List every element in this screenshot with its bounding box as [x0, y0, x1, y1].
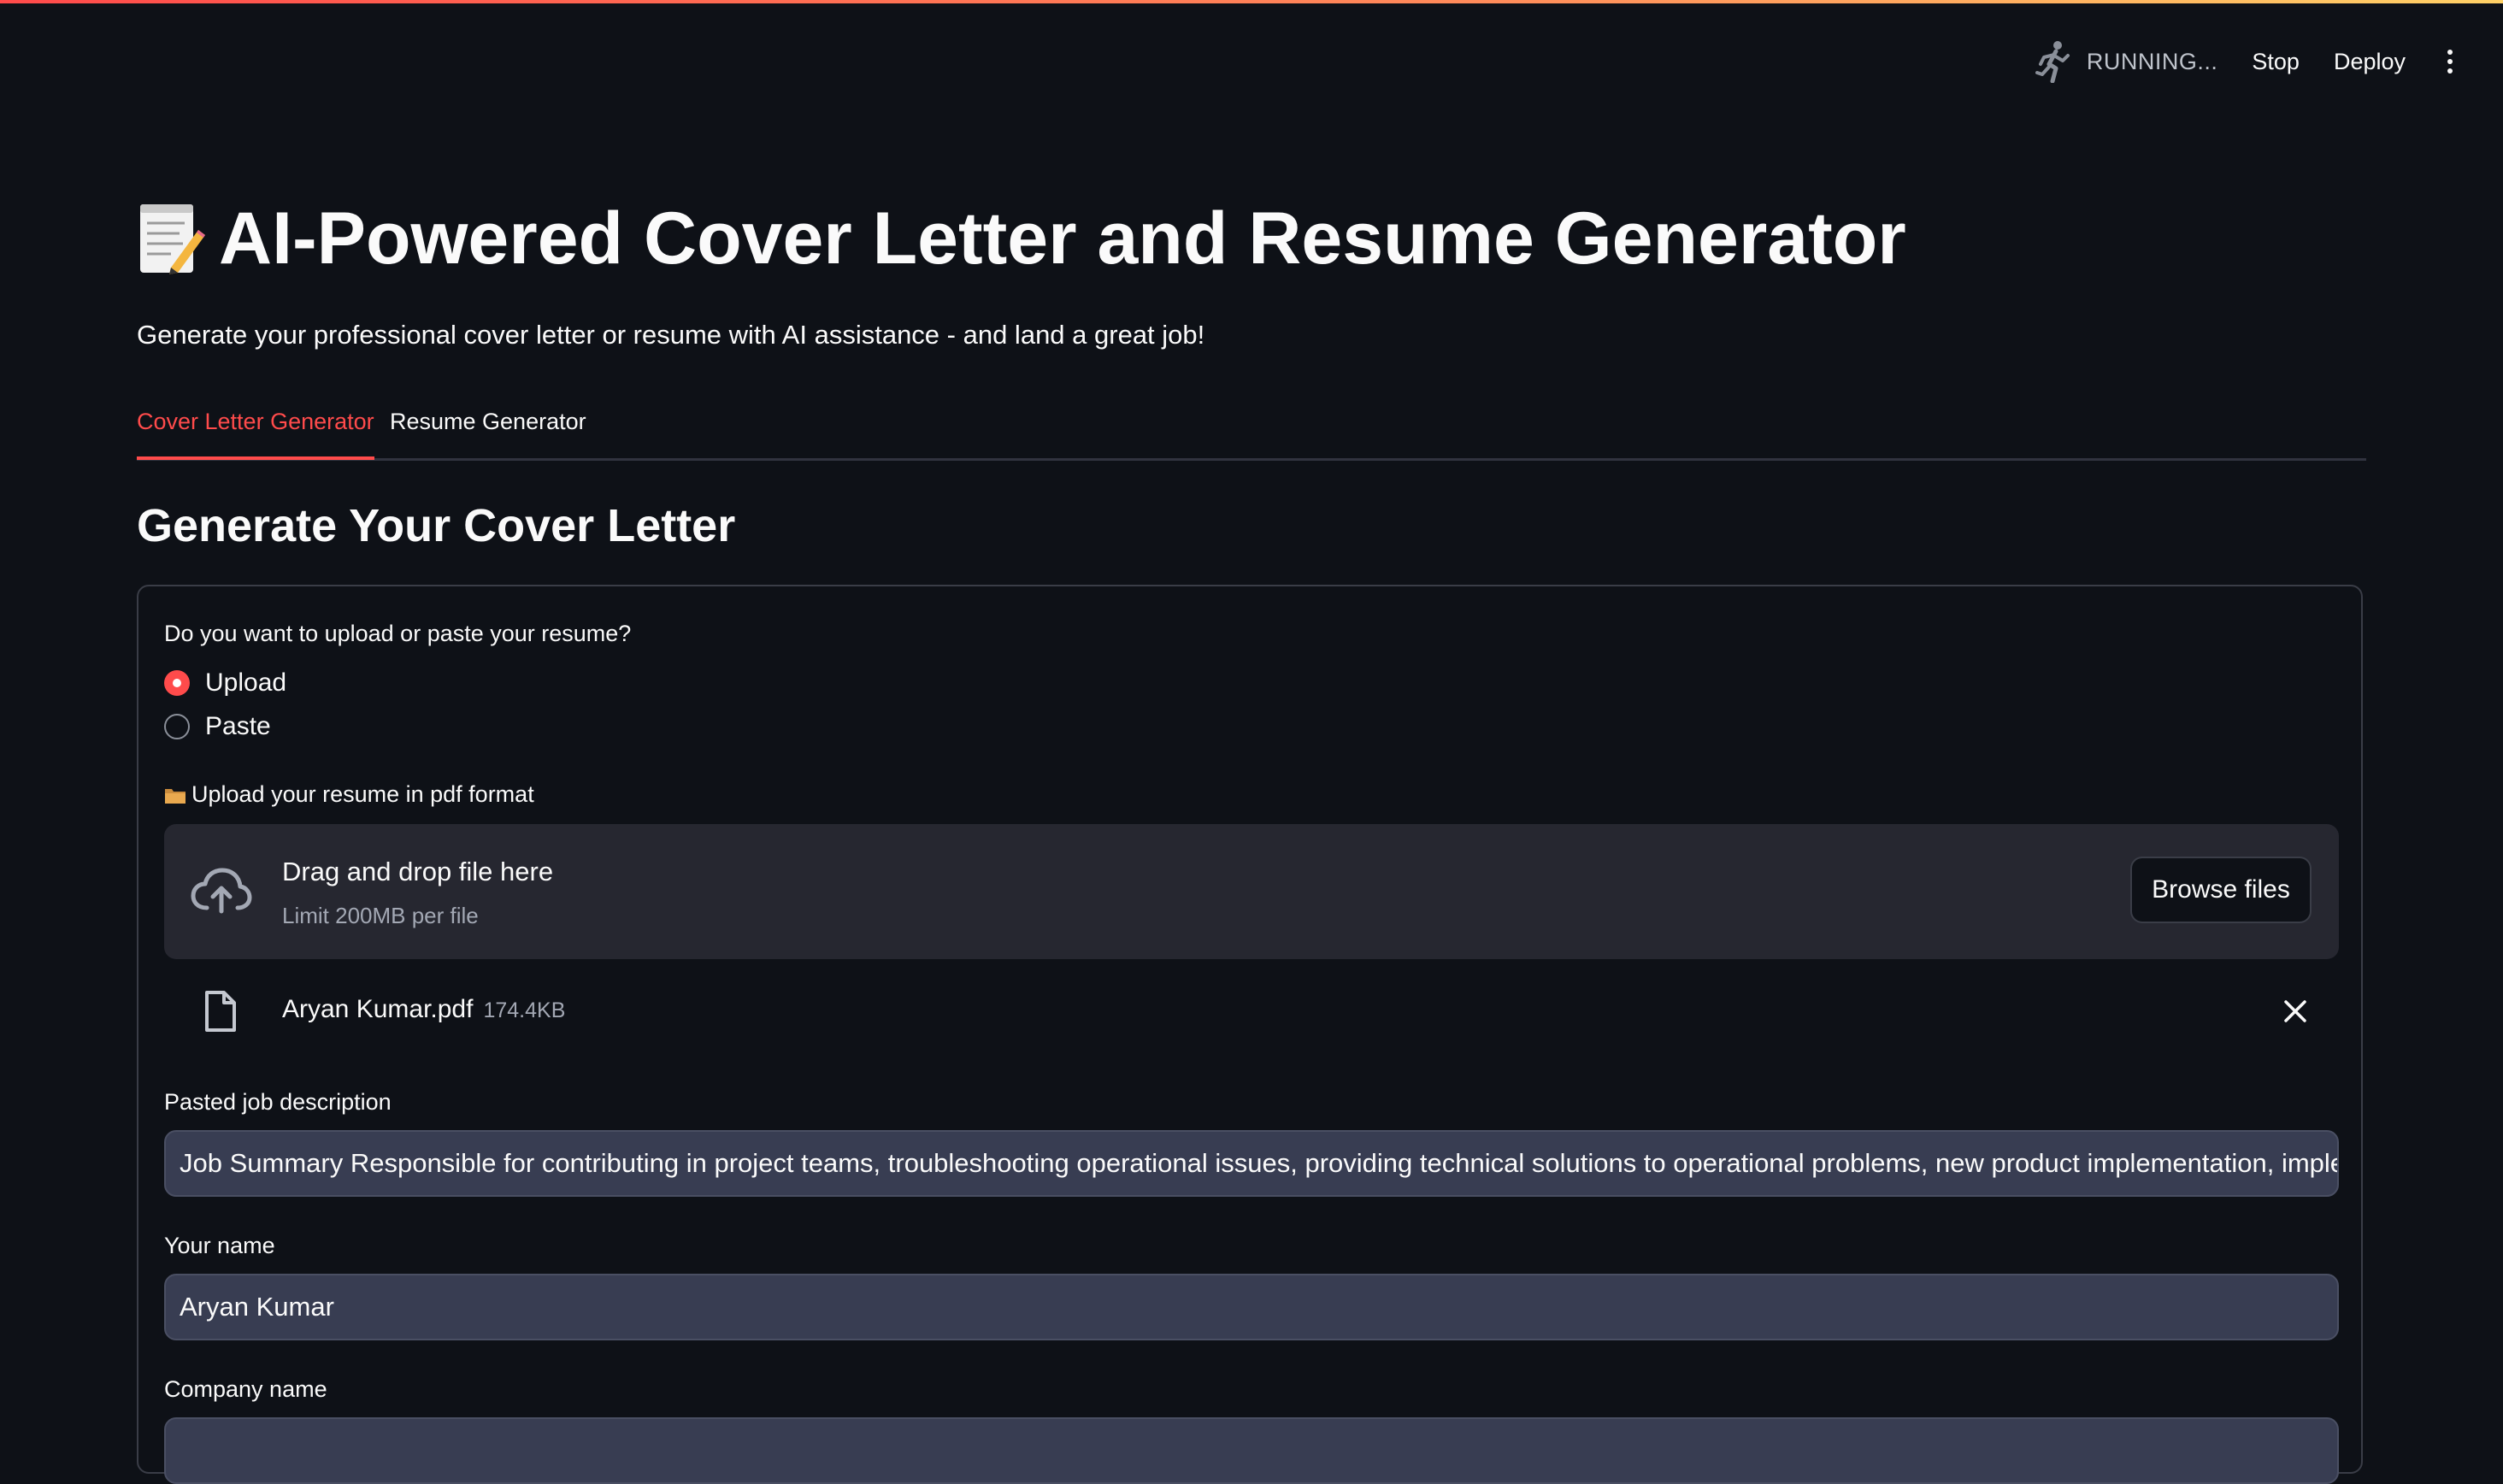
radio-unselected-indicator	[164, 714, 190, 739]
upload-label-text: Upload your resume in pdf format	[191, 781, 534, 807]
top-progress-stripe	[0, 0, 2503, 3]
resume-source-question: Do you want to upload or paste your resu…	[164, 621, 632, 646]
company-name-label: Company name	[164, 1376, 327, 1402]
cover-letter-form: Do you want to upload or paste your resu…	[137, 585, 2363, 1484]
radio-upload-label: Upload	[205, 668, 287, 697]
tab-resume-generator[interactable]: Resume Generator	[390, 403, 586, 456]
title-row: AI-Powered Cover Letter and Resume Gener…	[137, 197, 1906, 281]
stop-button[interactable]: Stop	[2252, 49, 2300, 75]
uploaded-file: Aryan Kumar.pdf 174.4KB	[164, 985, 2339, 1041]
folder-icon	[165, 788, 186, 804]
file-dropzone[interactable]: Drag and drop file here Limit 200MB per …	[164, 824, 2339, 959]
your-name-label: Your name	[164, 1233, 275, 1258]
your-name-input[interactable]: Aryan Kumar	[164, 1274, 2339, 1340]
main-menu-icon[interactable]	[2440, 44, 2460, 79]
tab-bar: Cover Letter Generator Resume Generator	[137, 403, 2366, 461]
browse-files-button[interactable]: Browse files	[2130, 857, 2312, 923]
job-description-input[interactable]: Job Summary Responsible for contributing…	[164, 1130, 2339, 1197]
close-icon[interactable]	[2281, 997, 2310, 1026]
page-subtitle: Generate your professional cover letter …	[137, 320, 1205, 350]
dropzone-limit: Limit 200MB per file	[282, 903, 479, 928]
section-heading: Generate Your Cover Letter	[137, 500, 736, 551]
radio-upload[interactable]: Upload	[164, 668, 286, 698]
running-man-icon	[2035, 41, 2070, 83]
file-size: 174.4KB	[483, 998, 566, 1022]
upload-label: Upload your resume in pdf format	[164, 781, 534, 808]
running-status: RUNNING...	[2035, 40, 2218, 83]
status-text: RUNNING...	[2086, 48, 2218, 74]
tab-cover-letter-generator[interactable]: Cover Letter Generator	[137, 403, 374, 460]
app-toolbar: RUNNING... Stop Deploy	[2035, 38, 2460, 85]
deploy-button[interactable]: Deploy	[2334, 49, 2406, 75]
memo-pencil-icon	[140, 203, 205, 274]
radio-selected-indicator	[164, 670, 190, 696]
file-name-row: Aryan Kumar.pdf 174.4KB	[282, 995, 565, 1024]
file-name: Aryan Kumar.pdf	[282, 995, 474, 1023]
cloud-upload-icon	[191, 868, 252, 914]
radio-paste[interactable]: Paste	[164, 712, 271, 741]
radio-paste-label: Paste	[205, 712, 271, 740]
page-title: AI-Powered Cover Letter and Resume Gener…	[219, 197, 1906, 280]
dropzone-title: Drag and drop file here	[282, 857, 554, 886]
job-description-label: Pasted job description	[164, 1089, 392, 1115]
file-icon	[205, 991, 236, 1032]
